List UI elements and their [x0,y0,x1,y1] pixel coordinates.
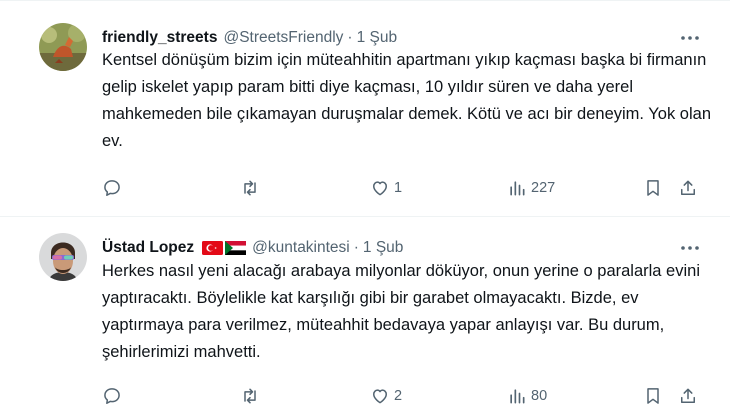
like-button[interactable]: 1 [370,176,402,200]
like-count: 1 [394,180,403,196]
more-options-button[interactable] [672,238,708,258]
user-handle[interactable]: @StreetsFriendly [223,29,343,47]
avatar[interactable] [39,23,87,71]
heart-icon [373,389,387,404]
more-dots-icon [681,246,699,250]
share-button[interactable] [678,384,698,408]
retweet-button[interactable] [240,176,264,200]
bookmark-icon [647,180,659,196]
sudan-flag-icon [225,241,247,255]
bookmark-icon [647,388,659,404]
reply-bubble-icon [104,388,120,404]
retweet-arrows-icon [244,180,256,196]
display-name[interactable]: friendly_streets [102,29,217,47]
tweet-date[interactable]: 1 Şub [363,239,404,257]
tweet-feed: friendly_streets @StreetsFriendly · 1 Şu… [0,0,730,420]
tweet-header: Üstad Lopez @kuntakintesi · 1 Şub [102,237,403,259]
tweet-header: friendly_streets @StreetsFriendly · 1 Şu… [102,27,397,49]
tweet-actions: 1 227 [102,176,712,200]
view-count: 227 [531,180,556,196]
reply-button[interactable] [102,384,126,408]
tweet-text: Kentsel dönüşüm bizim için müteahhitin a… [102,51,711,150]
bookmark-button[interactable] [643,176,663,200]
views-button[interactable]: 80 [507,384,547,408]
more-dots-icon [681,36,699,40]
reply-bubble-icon [104,180,120,196]
more-options-button[interactable] [672,28,708,48]
share-upload-icon [681,180,695,195]
analytics-bars-icon [510,181,525,196]
views-button[interactable]: 227 [507,176,555,200]
like-button[interactable]: 2 [370,384,402,408]
analytics-bars-icon [510,389,525,404]
separator-dot: · [347,29,353,46]
share-button[interactable] [678,176,698,200]
retweet-button[interactable] [240,384,264,408]
tweet-text: Herkes nasıl yeni alacağı arabaya milyon… [102,262,700,361]
avatar-image [39,233,87,281]
separator-dot: · [353,239,359,256]
heart-icon [373,181,387,196]
view-count: 80 [531,388,548,404]
retweet-arrows-icon [244,388,256,404]
reply-button[interactable] [102,176,126,200]
avatar-image [39,23,87,71]
like-count: 2 [394,388,403,404]
tweet-date[interactable]: 1 Şub [357,29,398,47]
share-upload-icon [681,388,695,403]
turkey-flag-icon [202,241,224,255]
user-handle[interactable]: @kuntakintesi [252,239,350,257]
name-flags [200,241,247,255]
bookmark-button[interactable] [643,384,663,408]
tweet[interactable]: friendly_streets @StreetsFriendly · 1 Şu… [0,1,730,217]
avatar[interactable] [39,233,87,281]
tweet-actions: 2 80 [102,384,712,408]
display-name[interactable]: Üstad Lopez [102,239,194,257]
